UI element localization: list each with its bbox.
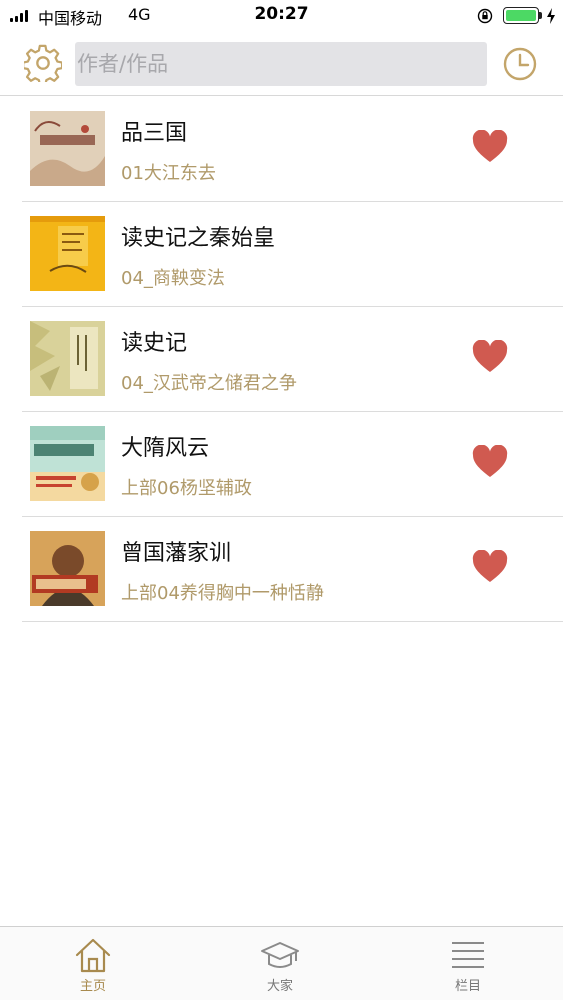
orientation-lock-icon (477, 8, 493, 24)
tab-columns[interactable]: 栏目 (408, 927, 528, 1000)
tab-home[interactable]: 主页 (33, 927, 153, 1000)
episode-title: 04_商鞅变法 (121, 268, 225, 289)
program-list: 品三国 01大江东去 读史记之秦始皇 04_商鞅变法 读史记 04_汉武帝之储君… (0, 97, 563, 622)
tab-everyone[interactable]: 大家 (220, 927, 340, 1000)
heart-icon[interactable] (472, 550, 508, 584)
tab-label: 栏目 (454, 979, 481, 994)
heart-icon[interactable] (472, 130, 508, 164)
gear-icon[interactable] (24, 44, 62, 82)
program-title: 读史记 (121, 331, 188, 356)
program-title: 品三国 (121, 121, 188, 146)
book-cover-image (30, 426, 105, 501)
book-cover-image (30, 111, 105, 186)
heart-icon[interactable] (472, 340, 508, 374)
list-item[interactable]: 读史记 04_汉武帝之储君之争 (22, 307, 563, 412)
episode-title: 01大江东去 (121, 163, 216, 184)
battery-tip (539, 12, 542, 19)
episode-title: 上部04养得胸中一种恬静 (121, 583, 324, 604)
menu-lines-icon (452, 942, 484, 968)
heart-icon[interactable] (472, 445, 508, 479)
list-item[interactable]: 读史记之秦始皇 04_商鞅变法 (22, 202, 563, 307)
tab-label: 大家 (266, 979, 293, 994)
list-item[interactable]: 曾国藩家训 上部04养得胸中一种恬静 (22, 517, 563, 622)
search-input[interactable] (75, 42, 487, 86)
tab-bar: 主页 大家 栏目 (0, 926, 563, 1000)
episode-title: 上部06杨坚辅政 (121, 478, 252, 499)
status-bar: 中国移动 4G 20:27 (0, 0, 563, 32)
book-cover-image (30, 321, 105, 396)
episode-title: 04_汉武帝之储君之争 (121, 373, 297, 394)
program-title: 读史记之秦始皇 (121, 226, 276, 251)
program-title: 大隋风云 (121, 436, 210, 461)
battery-icon (503, 7, 539, 24)
program-title: 曾国藩家训 (121, 541, 232, 566)
header (0, 34, 563, 96)
book-cover-image (30, 531, 105, 606)
list-item[interactable]: 大隋风云 上部06杨坚辅政 (22, 412, 563, 517)
charging-bolt-icon (547, 8, 555, 24)
graduation-cap-icon (261, 942, 299, 968)
home-icon (75, 938, 111, 973)
clock-icon[interactable] (502, 46, 538, 82)
tab-label: 主页 (79, 979, 106, 994)
book-cover-image (30, 216, 105, 291)
list-item[interactable]: 品三国 01大江东去 (22, 97, 563, 202)
